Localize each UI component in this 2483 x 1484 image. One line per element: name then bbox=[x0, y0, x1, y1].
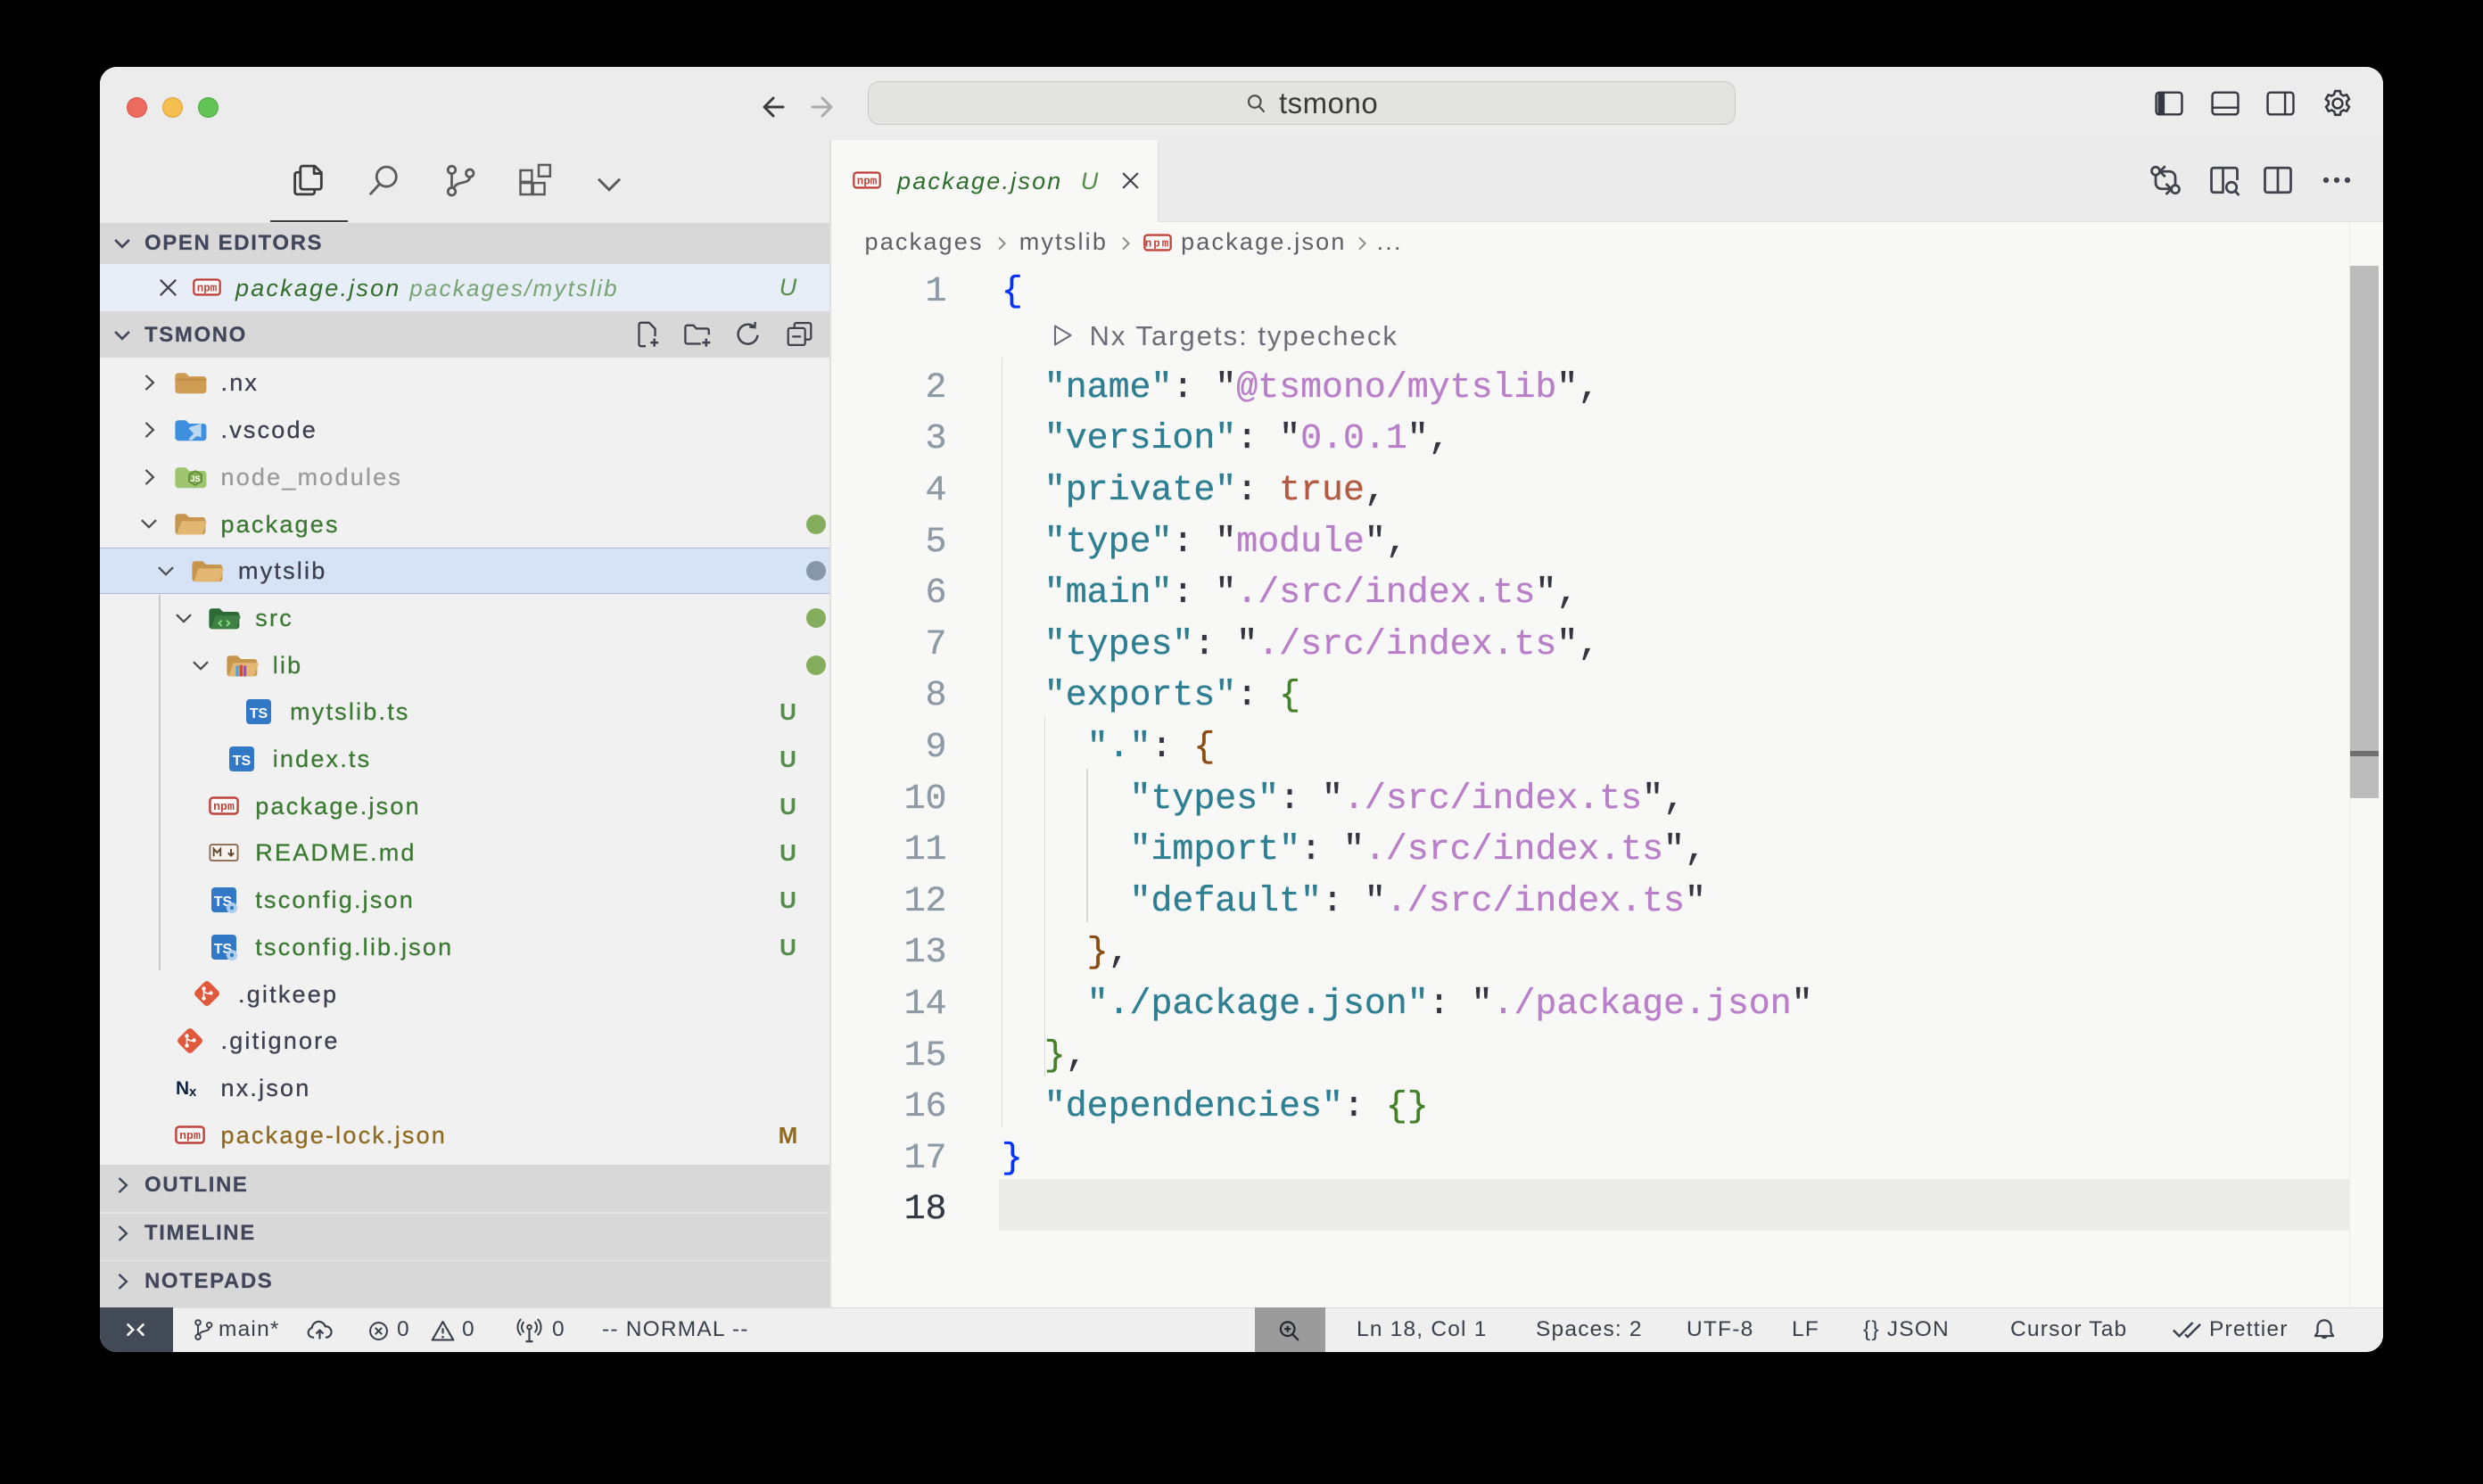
svg-text:npm: npm bbox=[856, 175, 877, 187]
svg-text:TS: TS bbox=[232, 754, 251, 769]
svg-text:npm: npm bbox=[179, 1129, 201, 1142]
svg-text:npm: npm bbox=[197, 282, 218, 294]
svg-text:JS: JS bbox=[190, 474, 200, 483]
svg-text:npm: npm bbox=[213, 800, 235, 813]
svg-text:npm: npm bbox=[1145, 237, 1170, 250]
svg-text:TS: TS bbox=[250, 706, 268, 721]
svg-text:N: N bbox=[176, 1078, 189, 1099]
svg-text:x: x bbox=[189, 1084, 197, 1100]
